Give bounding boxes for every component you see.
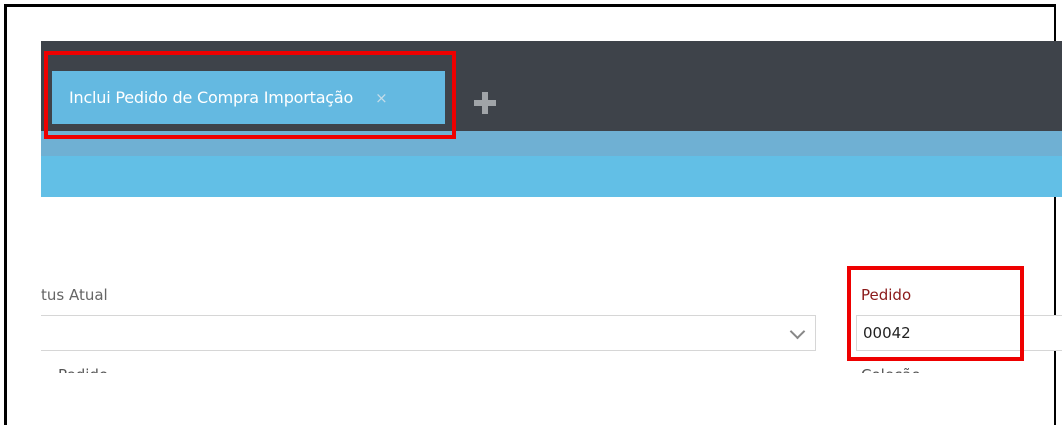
status-atual-select[interactable] (41, 315, 816, 351)
chevron-down-icon[interactable] (789, 323, 806, 340)
plus-icon[interactable] (474, 92, 496, 114)
row2-left-label: Pedido (58, 363, 138, 373)
status-atual-label: tus Atual (41, 286, 108, 304)
highlight-box-tab (44, 51, 456, 139)
row2-right-label: Coleção (861, 363, 941, 373)
highlight-box-pedido (847, 266, 1024, 361)
header-strip (41, 156, 1062, 197)
